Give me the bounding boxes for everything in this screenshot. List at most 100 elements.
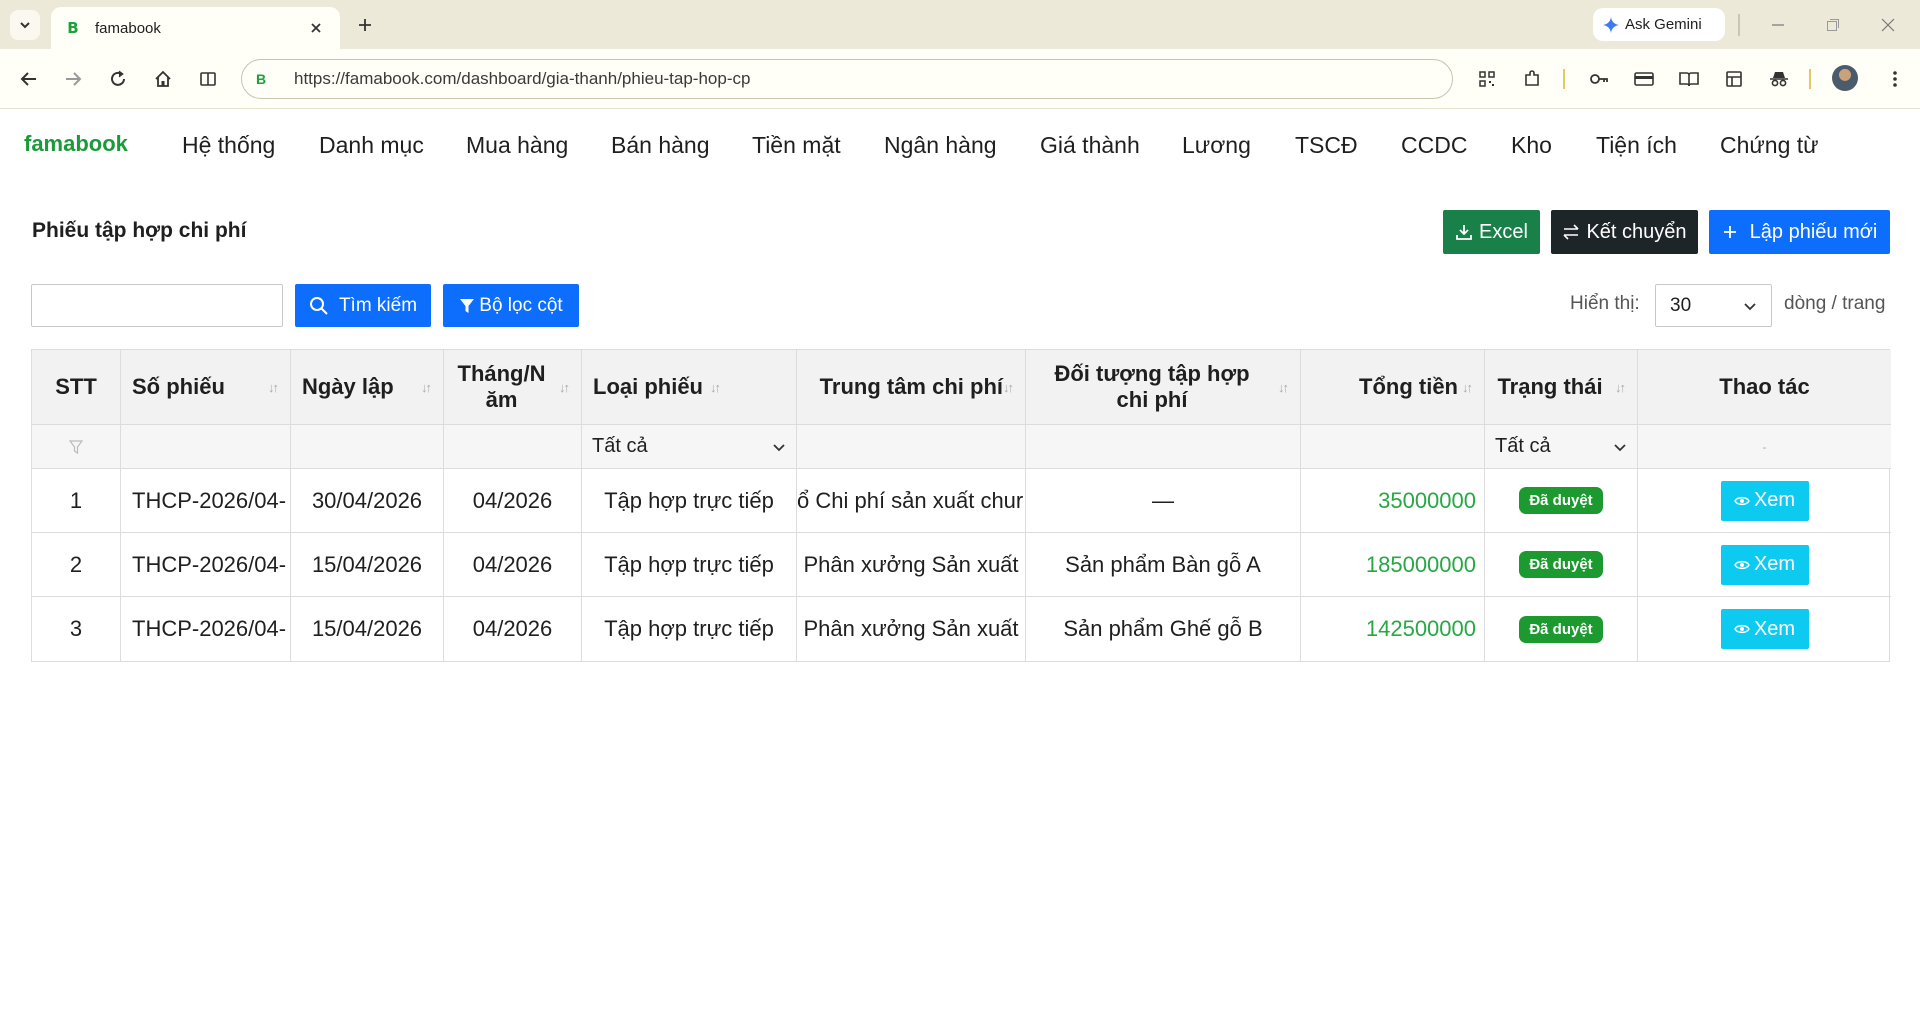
back-icon[interactable]: [13, 63, 45, 95]
cell-text: Tập hợp trực tiếp: [604, 551, 774, 577]
tab-groups-icon[interactable]: [1719, 64, 1749, 94]
table-cell-so-phieu[interactable]: THCP-2026/04-: [121, 597, 291, 661]
menu-danh-muc[interactable]: Danh mục: [319, 132, 424, 159]
view-button[interactable]: Xem: [1720, 480, 1809, 521]
menu-tien-mat[interactable]: Tiền mặt: [752, 132, 841, 159]
menu-ccdc[interactable]: CCDC: [1401, 132, 1467, 159]
column-header-loai-phieu[interactable]: Loại phiếu ↓↑: [582, 350, 797, 425]
search-button[interactable]: Tìm kiếm: [295, 284, 431, 327]
lap-phieu-moi-button[interactable]: Lập phiếu mới: [1709, 210, 1890, 254]
sort-icon[interactable]: ↓↑: [559, 380, 575, 395]
extensions-icon[interactable]: [1517, 64, 1547, 94]
qr-code-icon[interactable]: [1472, 64, 1502, 94]
browser-tab[interactable]: B famabook: [51, 7, 340, 49]
forward-icon[interactable]: [57, 63, 89, 95]
column-header-doi-tuong[interactable]: Đối tượng tập hợp chi phí ↓↑: [1026, 350, 1301, 425]
cell-text: THCP-2026/04-: [132, 551, 287, 577]
table-cell-so-phieu[interactable]: THCP-2026/04-: [121, 533, 291, 597]
close-tab-icon[interactable]: [306, 18, 326, 38]
column-header-trung-tam-chi-phi[interactable]: Trung tâm chi phí ↓↑: [797, 350, 1026, 425]
filter-ngay-lap[interactable]: [291, 425, 444, 469]
table-cell-tong-tien: 185000000: [1301, 533, 1485, 597]
menu-tscd[interactable]: TSCĐ: [1295, 132, 1358, 159]
filter-trang-thai-select[interactable]: Tất cả: [1485, 425, 1638, 469]
menu-luong[interactable]: Lương: [1182, 132, 1251, 159]
search-input[interactable]: [31, 284, 283, 327]
cell-text: 15/04/2026: [311, 616, 423, 641]
table-cell-stt: 1: [32, 469, 121, 533]
app-navbar: famabook Hệ thống Danh mục Mua hàng Bán …: [0, 110, 1920, 176]
menu-gia-thanh[interactable]: Giá thành: [1040, 132, 1140, 159]
new-tab-icon[interactable]: [352, 12, 378, 38]
filter-thang-nam[interactable]: [444, 425, 582, 469]
more-menu-icon[interactable]: [1880, 64, 1910, 94]
filter-trung-tam[interactable]: [797, 425, 1026, 469]
sort-icon[interactable]: ↓↑: [421, 380, 437, 395]
eye-icon: [1734, 624, 1750, 634]
menu-ban-hang[interactable]: Bán hàng: [611, 132, 709, 159]
minimize-icon[interactable]: [1758, 10, 1798, 40]
incognito-icon[interactable]: [1764, 64, 1794, 94]
cell-text: Sản phẩm Bàn gỗ A: [1065, 551, 1261, 577]
filter-so-phieu[interactable]: [121, 425, 291, 469]
close-window-icon[interactable]: [1868, 10, 1908, 40]
password-key-icon[interactable]: [1584, 64, 1614, 94]
column-filter-label: Bộ lọc cột: [479, 294, 563, 316]
table-cell-tong-tien: 35000000: [1301, 469, 1485, 533]
table-cell-doi-tuong: —: [1026, 469, 1301, 533]
show-label: Hiển thị:: [1570, 293, 1640, 314]
column-header-trang-thai[interactable]: Trạng thái ↓↑: [1485, 350, 1638, 425]
table-cell-so-phieu[interactable]: THCP-2026/04-: [121, 469, 291, 533]
filter-tong-tien[interactable]: [1301, 425, 1485, 469]
column-filter-button[interactable]: Bộ lọc cột: [443, 284, 579, 327]
filter-loai-phieu-select[interactable]: Tất cả: [582, 425, 797, 469]
status-badge: Đã duyệt: [1519, 487, 1603, 514]
menu-tien-ich[interactable]: Tiện ích: [1596, 132, 1677, 159]
eye-icon: [1734, 496, 1750, 505]
menu-ngan-hang[interactable]: Ngân hàng: [884, 132, 997, 159]
excel-label: Excel: [1479, 220, 1528, 243]
reload-icon[interactable]: [102, 63, 134, 95]
menu-chung-tu[interactable]: Chứng từ: [1720, 132, 1819, 159]
column-header-so-phieu[interactable]: Số phiếu ↓↑: [121, 350, 291, 425]
site-info-icon[interactable]: B: [256, 71, 274, 87]
view-button[interactable]: Xem: [1720, 544, 1809, 585]
sort-icon[interactable]: ↓↑: [1462, 380, 1478, 395]
address-bar[interactable]: B https://famabook.com/dashboard/gia-tha…: [241, 59, 1453, 99]
sort-icon[interactable]: ↓↑: [710, 380, 726, 395]
sort-icon[interactable]: ↓↑: [1278, 380, 1294, 395]
filter-doi-tuong[interactable]: [1026, 425, 1301, 469]
sort-icon[interactable]: ↓↑: [268, 380, 284, 395]
view-button[interactable]: Xem: [1720, 609, 1809, 649]
tab-list-button[interactable]: [10, 10, 40, 40]
browser-toolbar: B https://famabook.com/dashboard/gia-tha…: [0, 49, 1920, 109]
column-header-ngay-lap[interactable]: Ngày lập ↓↑: [291, 350, 444, 425]
sort-icon[interactable]: ↓↑: [1615, 380, 1631, 395]
sort-icon[interactable]: ↓↑: [1003, 380, 1019, 395]
ask-gemini-button[interactable]: Ask Gemini: [1593, 8, 1725, 41]
ket-chuyen-button[interactable]: Kết chuyển: [1551, 210, 1698, 254]
cell-text: Tập hợp trực tiếp: [604, 487, 774, 513]
credit-card-icon[interactable]: [1629, 64, 1659, 94]
restore-icon[interactable]: [1813, 10, 1853, 40]
reading-list-icon[interactable]: [1674, 64, 1704, 94]
home-icon[interactable]: [147, 63, 179, 95]
arrows-swap-icon: [1563, 224, 1580, 240]
menu-he-thong[interactable]: Hệ thống: [182, 132, 275, 159]
excel-button[interactable]: Excel: [1443, 210, 1540, 254]
profile-avatar[interactable]: [1832, 65, 1858, 91]
divider: [1809, 69, 1811, 89]
gemini-sparkle-icon: [1603, 16, 1619, 33]
column-header-thang-nam[interactable]: Tháng/Năm ↓↑: [444, 350, 582, 425]
cell-text: Sản phẩm Ghế gỗ B: [1063, 616, 1263, 641]
reading-mode-icon[interactable]: [192, 63, 224, 95]
cell-text: 30/04/2026: [311, 487, 423, 513]
column-header-tong-tien[interactable]: Tổng tiền ↓↑: [1301, 350, 1485, 425]
cell-text: 1: [69, 487, 83, 513]
menu-mua-hang[interactable]: Mua hàng: [466, 132, 568, 159]
page-size-select[interactable]: 30: [1655, 284, 1772, 327]
cell-text: Phân xưởng Sản xuất: [803, 551, 1019, 577]
brand-logo[interactable]: famabook: [24, 131, 128, 157]
search-icon: [309, 296, 328, 315]
menu-kho[interactable]: Kho: [1511, 132, 1552, 159]
